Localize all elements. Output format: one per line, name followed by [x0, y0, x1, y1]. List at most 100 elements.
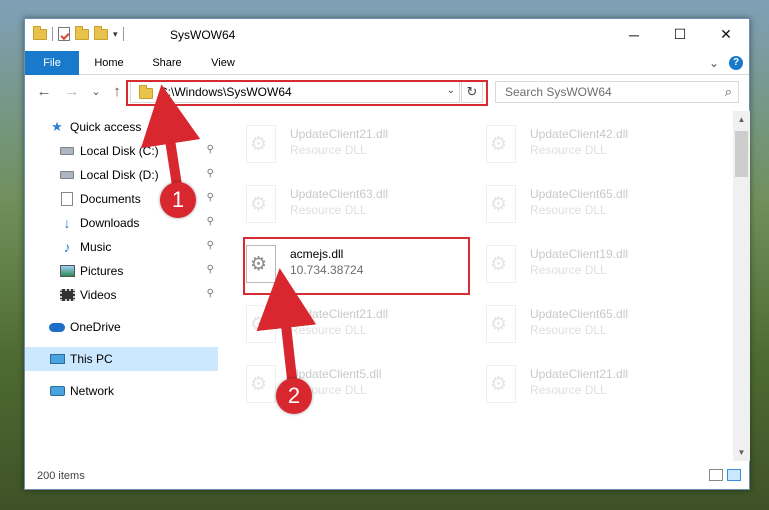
this-pc-icon — [49, 351, 65, 367]
pin-icon[interactable]: ⚲ — [207, 192, 214, 203]
pin-icon[interactable]: ⚲ — [207, 240, 214, 251]
file-item[interactable]: UpdateClient21.dll Resource DLL — [240, 295, 470, 353]
sidebar-item-videos[interactable]: Videos ⚲ — [25, 283, 218, 307]
scrollbar-thumb[interactable] — [735, 131, 748, 177]
dll-file-icon — [246, 185, 276, 223]
sidebar-item-label: Network — [70, 384, 115, 398]
tab-file[interactable]: File — [25, 51, 79, 75]
details-view-icon[interactable] — [709, 469, 723, 481]
file-item[interactable]: UpdateClient42.dll Resource DLL — [480, 115, 710, 173]
view-switcher — [709, 469, 741, 481]
maximize-button[interactable]: ☐ — [657, 19, 703, 50]
downloads-icon: ↓ — [63, 215, 71, 231]
file-description: Resource DLL — [530, 203, 607, 217]
sidebar-item-label: Downloads — [80, 216, 140, 230]
sidebar-item-label: Music — [80, 240, 112, 254]
file-name: UpdateClient63.dll — [290, 187, 389, 201]
file-description: Resource DLL — [530, 143, 607, 157]
tab-view[interactable]: View — [197, 51, 249, 75]
up-button[interactable]: ↑ — [108, 82, 126, 102]
file-item[interactable]: UpdateClient65.dll Resource DLL — [480, 295, 710, 353]
vertical-scrollbar[interactable]: ▲ ▼ — [733, 111, 750, 461]
onedrive-icon — [49, 319, 65, 335]
music-icon: ♪ — [63, 239, 71, 255]
file-name: UpdateClient21.dll — [290, 307, 389, 321]
toolbar-separator — [52, 27, 53, 41]
search-box[interactable]: ⌕ — [495, 81, 739, 103]
sidebar-item-local-disk-c[interactable]: Local Disk (C:) ⚲ — [25, 139, 218, 163]
sidebar-item-label: Videos — [80, 288, 117, 302]
sidebar-item-label: Local Disk (C:) — [80, 144, 159, 158]
dll-file-icon — [246, 125, 276, 163]
file-explorer-window: ▾ SysWOW64 ─ ☐ ✕ File Home Share View ⌄ … — [24, 18, 750, 490]
dll-file-icon — [246, 305, 276, 343]
dll-file-icon — [486, 365, 516, 403]
pin-icon[interactable]: ⚲ — [207, 264, 214, 275]
file-name: UpdateClient5.dll — [290, 367, 382, 381]
minimize-button[interactable]: ─ — [611, 19, 657, 50]
file-item[interactable]: UpdateClient21.dll Resource DLL — [240, 115, 470, 173]
file-item[interactable]: UpdateClient5.dll Resource DLL — [240, 355, 470, 413]
view-options-icon[interactable] — [94, 25, 108, 40]
customize-toolbar-dropdown-icon[interactable]: ▾ — [113, 29, 118, 40]
title-bar: ▾ SysWOW64 ─ ☐ ✕ — [25, 19, 749, 51]
file-item[interactable]: UpdateClient65.dll Resource DLL — [480, 175, 710, 233]
file-description: Resource DLL — [290, 203, 367, 217]
file-name: UpdateClient65.dll — [530, 187, 629, 201]
pictures-icon — [59, 263, 75, 279]
search-input[interactable] — [496, 82, 696, 102]
status-bar: 200 items — [25, 465, 749, 489]
window-controls: ─ ☐ ✕ — [611, 19, 749, 50]
file-item[interactable]: UpdateClient21.dll Resource DLL — [480, 355, 710, 413]
dll-file-icon — [486, 125, 516, 163]
step-1-badge: 1 — [160, 182, 196, 218]
close-button[interactable]: ✕ — [703, 19, 749, 50]
sidebar-item-quick-access[interactable]: ★ Quick access — [25, 115, 218, 139]
forward-button[interactable]: → — [63, 82, 81, 102]
search-icon[interactable]: ⌕ — [725, 84, 732, 100]
help-icon[interactable]: ? — [729, 56, 743, 70]
pin-icon[interactable]: ⚲ — [207, 144, 214, 155]
dll-file-icon — [486, 245, 516, 283]
file-item[interactable]: UpdateClient19.dll Resource DLL — [480, 235, 710, 293]
sidebar-item-label: OneDrive — [70, 320, 121, 334]
sidebar-item-music[interactable]: ♪ Music ⚲ — [25, 235, 218, 259]
sidebar-item-label: This PC — [70, 352, 113, 366]
window-title: SysWOW64 — [170, 28, 236, 42]
star-icon: ★ — [51, 119, 63, 134]
file-description: Resource DLL — [530, 263, 607, 277]
sidebar-item-this-pc[interactable]: This PC — [25, 347, 218, 371]
large-icons-view-icon[interactable] — [727, 469, 741, 481]
dll-file-icon — [486, 305, 516, 343]
pin-icon[interactable]: ⚲ — [207, 168, 214, 179]
sidebar-item-downloads[interactable]: ↓ Downloads ⚲ — [25, 211, 218, 235]
new-folder-icon[interactable] — [75, 25, 89, 40]
file-description: Resource DLL — [290, 323, 367, 337]
dll-file-icon — [246, 365, 276, 403]
pin-icon[interactable]: ⚲ — [207, 288, 214, 299]
documents-icon — [59, 191, 75, 207]
file-name: UpdateClient42.dll — [530, 127, 629, 141]
sidebar-item-network[interactable]: Network — [25, 379, 218, 403]
toolbar-separator — [122, 27, 124, 41]
quick-access-toolbar: ▾ — [33, 25, 124, 41]
recent-locations-button[interactable]: ⌄ — [87, 82, 105, 102]
back-button[interactable]: ← — [35, 82, 53, 102]
sidebar-item-label: Pictures — [80, 264, 124, 278]
tab-share[interactable]: Share — [141, 51, 193, 75]
sidebar-item-pictures[interactable]: Pictures ⚲ — [25, 259, 218, 283]
tab-home[interactable]: Home — [83, 51, 135, 75]
ribbon-tabs: File Home Share View ⌄ ? — [25, 51, 749, 75]
scroll-up-icon[interactable]: ▲ — [733, 111, 750, 128]
sidebar-item-label: Quick access — [70, 120, 142, 134]
sidebar-item-local-disk-d[interactable]: Local Disk (D:) ⚲ — [25, 163, 218, 187]
sidebar-item-onedrive[interactable]: OneDrive — [25, 315, 218, 339]
scroll-down-icon[interactable]: ▼ — [733, 444, 750, 461]
file-description: Resource DLL — [530, 383, 607, 397]
item-count: 200 items — [37, 470, 85, 482]
file-highlight-box — [243, 237, 470, 295]
properties-icon[interactable] — [58, 27, 70, 41]
pin-icon[interactable]: ⚲ — [207, 216, 214, 227]
expand-ribbon-icon[interactable]: ⌄ — [709, 56, 719, 70]
file-item[interactable]: UpdateClient63.dll Resource DLL — [240, 175, 470, 233]
